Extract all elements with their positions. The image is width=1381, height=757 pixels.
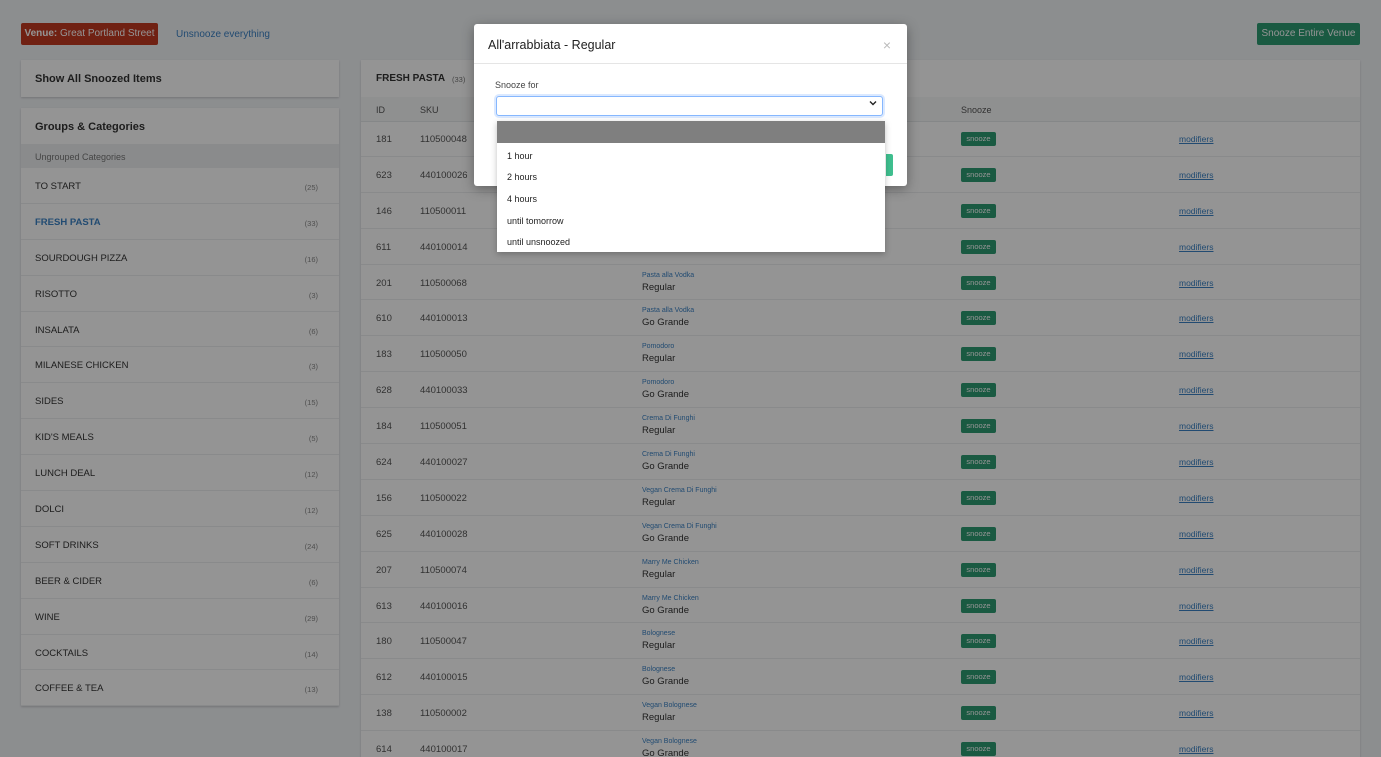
chevron-down-icon (868, 98, 878, 111)
option-2-hours[interactable]: 2 hours (507, 172, 537, 182)
option-until-unsnoozed[interactable]: until unsnoozed (507, 237, 570, 247)
option-until-tomorrow[interactable]: until tomorrow (507, 216, 564, 226)
close-icon[interactable]: × (883, 37, 891, 53)
snooze-for-label: Snooze for (495, 80, 539, 90)
snooze-duration-select[interactable] (496, 96, 883, 116)
option-1-hour[interactable]: 1 hour (507, 151, 533, 161)
confirm-button[interactable] (886, 154, 893, 176)
option-4-hours[interactable]: 4 hours (507, 194, 537, 204)
option-blank[interactable] (497, 121, 885, 143)
snooze-options-dropdown: 1 hour 2 hours 4 hours until tomorrow un… (497, 121, 885, 252)
modal-divider (474, 63, 907, 64)
modal-title: All'arrabbiata - Regular (488, 38, 616, 52)
